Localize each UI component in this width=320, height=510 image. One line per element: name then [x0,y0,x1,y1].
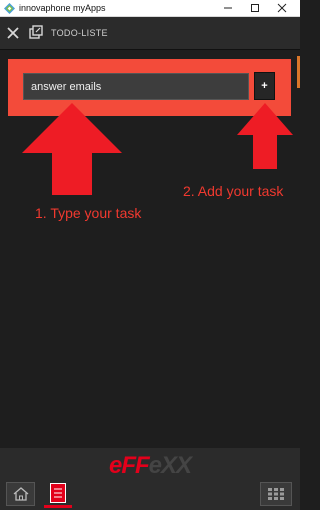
window-close-button[interactable] [270,0,294,16]
annotation-step-2: 2. Add your task [183,183,284,199]
todo-app-button[interactable] [44,480,72,508]
close-icon[interactable] [6,26,20,40]
popout-icon[interactable] [29,25,43,39]
home-button[interactable] [6,482,35,506]
scroll-edge-indicator [297,56,300,88]
minimize-icon [224,7,232,9]
maximize-icon [251,4,259,12]
add-task-button[interactable]: + [254,72,275,100]
app-header: TODO-LISTE [0,17,300,50]
maximize-button[interactable] [243,0,267,16]
arrow-up-icon [237,103,293,169]
task-input[interactable] [23,73,249,100]
home-icon [13,487,28,501]
brand-logo-part-1: eFF [108,452,150,479]
minimize-button[interactable] [216,0,240,16]
apps-grid-icon [268,488,284,500]
brand-logo-part-2: eXX [148,452,192,479]
page-title: TODO-LISTE [51,28,108,38]
window-title: innovaphone myApps [19,3,106,13]
todo-app-icon [50,482,66,503]
close-icon [277,3,287,13]
apps-grid-button[interactable] [260,482,292,506]
annotation-step-1: 1. Type your task [35,205,142,221]
brand-logo: eFFeXX [0,453,300,479]
arrow-up-icon [22,103,122,195]
innovaphone-logo-icon [4,3,15,14]
window-titlebar: innovaphone myApps [0,0,300,17]
